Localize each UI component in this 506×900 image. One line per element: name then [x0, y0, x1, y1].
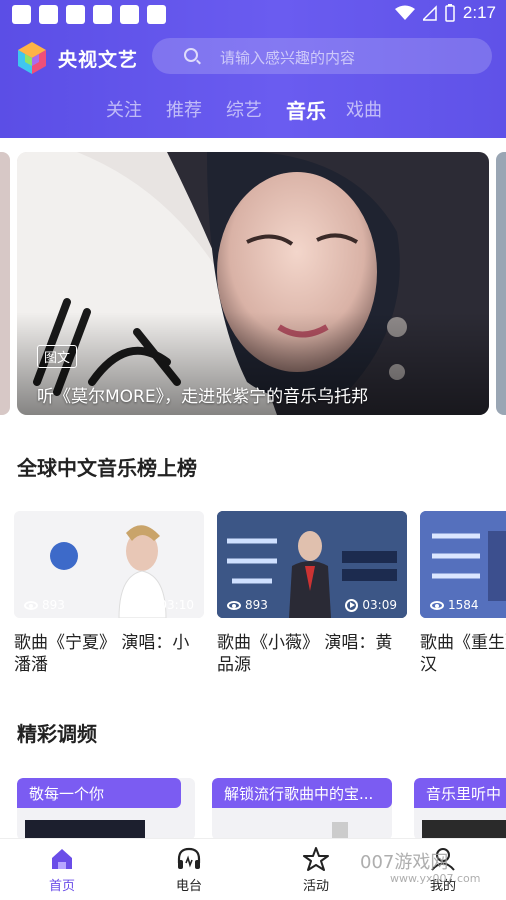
video-meta: 893 03:09 — [217, 592, 407, 618]
radio-card-label: 解锁流行歌曲中的宝... — [212, 778, 392, 808]
banner-title: 听《莫尔MORE》，走进张紫宁的音乐乌托邦 — [37, 387, 369, 407]
radio-card[interactable]: 音乐里听中 — [414, 778, 506, 840]
radio-card[interactable]: 解锁流行歌曲中的宝... — [212, 778, 392, 840]
banner-prev-peek[interactable] — [0, 152, 10, 415]
image-notification-icon — [120, 5, 139, 24]
view-count: 893 — [245, 598, 268, 612]
nav-label: 活动 — [302, 879, 329, 894]
home-icon — [52, 849, 72, 869]
video-duration: 03:09 — [362, 598, 397, 612]
wifi-icon — [394, 5, 415, 20]
status-bar: 2:17 — [0, 0, 506, 30]
radio-card[interactable]: 敬每一个你 — [17, 778, 195, 840]
search-placeholder: 请输入感兴趣的内容 — [220, 49, 356, 67]
notification-icon — [12, 5, 31, 24]
video-meta: 893 03:10 — [14, 592, 204, 618]
notification-icon — [66, 5, 85, 24]
radio-card-image — [422, 820, 506, 840]
section-title-chart: 全球中文音乐榜上榜 — [17, 456, 197, 480]
play-icon — [345, 599, 359, 612]
watermark-line2: www.yx007.com — [390, 872, 481, 885]
tab-music[interactable]: 音乐 — [286, 95, 346, 124]
watermark-line1: 007游戏网 — [360, 852, 449, 873]
notification-icons — [12, 5, 166, 24]
video-card[interactable]: 1584 — [420, 511, 506, 618]
section-title-radio: 精彩调频 — [17, 722, 97, 746]
clock: 2:17 — [462, 3, 496, 22]
nav-events[interactable]: 活动 — [286, 847, 346, 894]
category-tabs: 关注 推荐 综艺 音乐 戏曲 — [106, 96, 406, 124]
nav-home[interactable]: 首页 — [32, 847, 92, 894]
app-logo-icon — [18, 42, 46, 74]
views-icon — [430, 601, 444, 610]
banner-tag: 图文 — [37, 345, 78, 368]
tab-follow[interactable]: 关注 — [106, 96, 166, 124]
search-bar[interactable]: 请输入感兴趣的内容 — [152, 38, 492, 74]
video-title[interactable]: 歌曲《小薇》 演唱：黄品源 — [217, 632, 409, 676]
tab-variety[interactable]: 综艺 — [226, 96, 286, 124]
nav-label: 电台 — [175, 879, 202, 894]
play-icon — [142, 599, 156, 612]
video-meta: 1584 — [420, 592, 506, 618]
video-title[interactable]: 歌曲《宁夏》 演唱：小潘潘 — [14, 632, 206, 676]
notification-icon — [93, 5, 112, 24]
radio-card-image — [25, 820, 145, 840]
search-icon — [184, 48, 198, 62]
radio-card-label: 音乐里听中 — [414, 778, 506, 808]
watermark: 007游戏网 www.yx007.com — [360, 848, 480, 885]
battery-icon — [445, 4, 455, 22]
header: 2:17 央视文艺 请输入感兴趣的内容 关注 推荐 综艺 音乐 戏曲 — [0, 0, 506, 138]
nav-radio[interactable]: 电台 — [159, 847, 219, 894]
star-icon — [303, 847, 329, 871]
signal-off-icon — [422, 5, 437, 21]
tab-opera[interactable]: 戏曲 — [346, 96, 406, 124]
video-card[interactable]: 893 03:09 — [217, 511, 407, 618]
video-duration: 03:10 — [159, 598, 194, 612]
radio-card-label: 敬每一个你 — [17, 778, 181, 808]
view-count: 1584 — [448, 598, 479, 612]
app-notification-icon — [147, 5, 166, 24]
app-title: 央视文艺 — [58, 48, 139, 71]
brand: 央视文艺 — [14, 40, 138, 76]
tab-recommend[interactable]: 推荐 — [166, 96, 226, 124]
banner-carousel[interactable]: 图文 听《莫尔MORE》，走进张紫宁的音乐乌托邦 — [17, 152, 489, 415]
nav-label: 首页 — [48, 879, 75, 894]
video-title[interactable]: 歌曲《重生》 演唱：斯汉 — [420, 632, 506, 676]
banner-next-peek[interactable] — [496, 152, 506, 415]
headphones-icon — [177, 847, 201, 869]
views-icon — [24, 601, 38, 610]
video-card[interactable]: 893 03:10 — [14, 511, 204, 618]
views-icon — [227, 601, 241, 610]
game-notification-icon — [39, 5, 58, 24]
view-count: 893 — [42, 598, 65, 612]
